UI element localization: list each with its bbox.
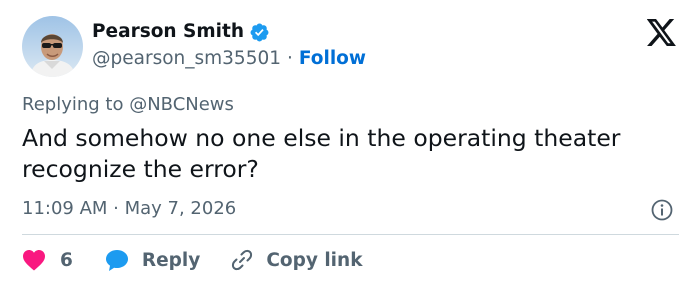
like-button[interactable]: 6 <box>22 249 73 271</box>
info-icon[interactable] <box>650 198 674 222</box>
follow-button[interactable]: Follow <box>299 47 366 71</box>
speech-bubble-icon <box>105 249 128 271</box>
handle-row: @pearson_sm35501 · Follow <box>92 47 366 71</box>
tweet-card: Pearson Smith @pearson_sm35501 · Follow … <box>0 0 700 287</box>
avatar[interactable] <box>22 16 83 77</box>
replying-to-label: Replying to @NBCNews <box>22 94 234 115</box>
link-icon <box>232 249 253 271</box>
x-logo-icon[interactable] <box>647 19 677 46</box>
author-name[interactable]: Pearson Smith <box>92 20 270 44</box>
reply-label: Reply <box>141 249 201 271</box>
tweet-text: And somehow no one else in the operating… <box>22 124 621 183</box>
reply-button[interactable]: Reply <box>105 249 200 272</box>
verified-badge-icon <box>249 22 270 43</box>
heart-icon <box>23 250 45 271</box>
action-bar: 6 Reply Copy link <box>22 246 363 274</box>
author-name-text: Pearson Smith <box>92 21 245 42</box>
tweet-timestamp[interactable]: 11:09 AM · May 7, 2026 <box>22 197 236 221</box>
copy-link-label: Copy link <box>266 249 363 271</box>
avatar-image <box>22 16 83 77</box>
like-count: 6 <box>60 249 73 271</box>
author-handle[interactable]: @pearson_sm35501 <box>92 47 281 71</box>
divider <box>22 234 679 235</box>
separator-dot: · <box>287 48 293 69</box>
copy-link-button[interactable]: Copy link <box>230 248 363 272</box>
